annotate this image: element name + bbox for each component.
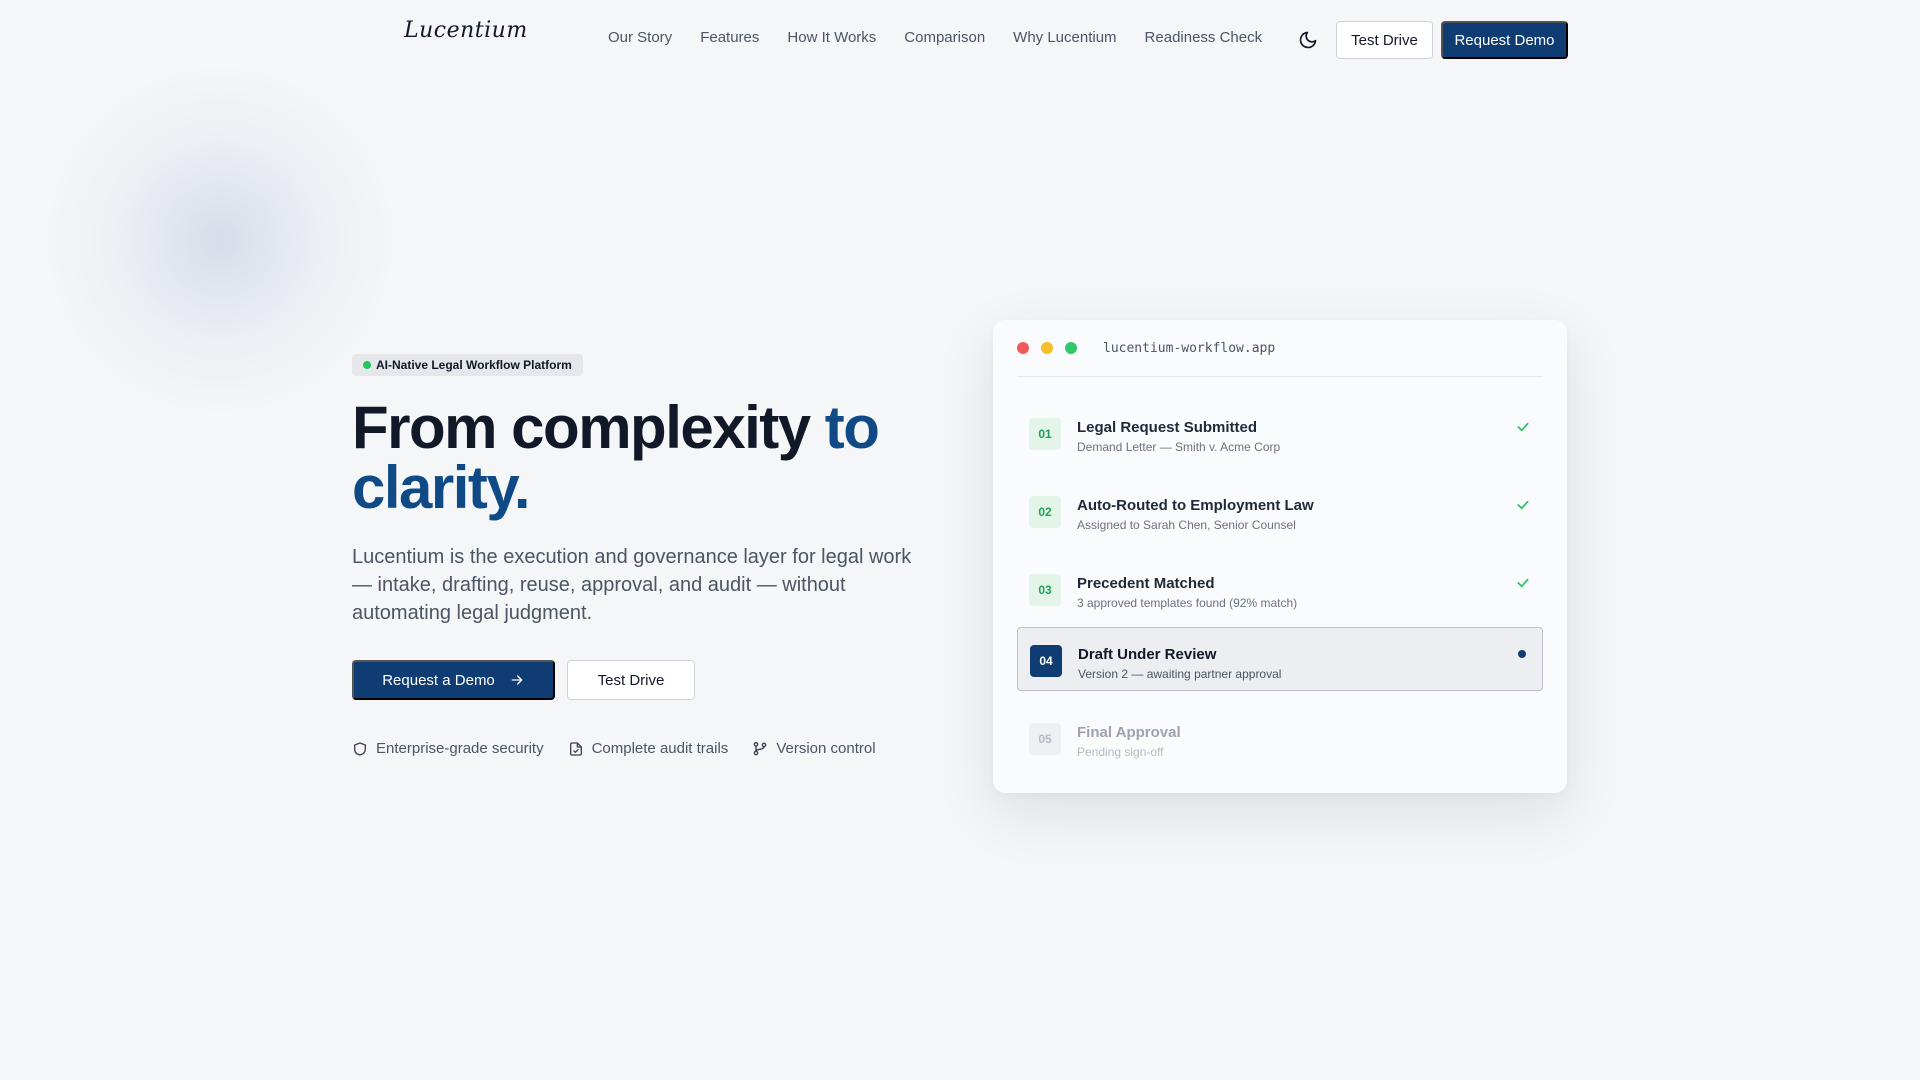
nav-test-drive-button[interactable]: Test Drive (1336, 21, 1433, 59)
nav-request-demo-button[interactable]: Request Demo (1441, 21, 1568, 59)
window-titlebar: lucentium-workflow.app (1017, 320, 1543, 377)
step-title: Legal Request Submitted (1077, 419, 1258, 436)
platform-badge: AI-Native Legal Workflow Platform (352, 354, 583, 376)
arrow-right-icon (511, 675, 523, 685)
active-dot-icon (1518, 650, 1526, 658)
step-subtitle: Assigned to Sarah Chen, Senior Counsel (1077, 518, 1296, 532)
workflow-step-4[interactable]: 04 Draft Under Review Version 2 — awaiti… (1017, 627, 1543, 691)
step-number: 02 (1029, 496, 1061, 528)
file-check-icon (569, 741, 582, 756)
step-subtitle: 3 approved templates found (92% match) (1077, 596, 1298, 610)
request-a-demo-button[interactable]: Request a Demo (352, 660, 555, 700)
nav-link-how-it-works[interactable]: How It Works (787, 29, 876, 46)
workflow-preview-card: lucentium-workflow.app 01 Legal Request … (993, 320, 1567, 793)
feature-security: Enterprise-grade security (352, 740, 544, 757)
step-number: 04 (1030, 645, 1062, 677)
nav-link-readiness-check[interactable]: Readiness Check (1145, 29, 1263, 46)
feature-version-control: Version control (752, 740, 876, 757)
nav-link-our-story[interactable]: Our Story (608, 29, 672, 46)
window-close-dot (1017, 342, 1029, 354)
hero-test-drive-button[interactable]: Test Drive (567, 660, 695, 700)
status-dot (363, 361, 371, 369)
step-title: Draft Under Review (1078, 646, 1217, 663)
workflow-step-5[interactable]: 05 Final Approval Pending sign-off (1017, 706, 1543, 770)
workflow-step-3[interactable]: 03 Precedent Matched 3 approved template… (1017, 557, 1543, 621)
step-number: 05 (1029, 723, 1061, 755)
nav-link-features[interactable]: Features (700, 29, 759, 46)
feature-audit-trails: Complete audit trails (568, 740, 729, 757)
background-glow (40, 60, 400, 420)
request-a-demo-label: Request a Demo (382, 671, 495, 689)
top-navigation: Lucentium Our Story Features How It Work… (0, 0, 1920, 80)
workflow-step-2[interactable]: 02 Auto-Routed to Employment Law Assigne… (1017, 479, 1543, 543)
brand-logo[interactable]: Lucentium (404, 18, 528, 43)
step-subtitle: Pending sign-off (1077, 745, 1164, 759)
window-maximize-dot (1065, 342, 1077, 354)
shield-icon (354, 741, 366, 756)
check-icon (1517, 578, 1529, 588)
feature-label: Complete audit trails (591, 740, 729, 757)
step-number: 01 (1029, 418, 1061, 450)
step-subtitle: Version 2 — awaiting partner approval (1078, 667, 1282, 681)
nav-links: Our Story Features How It Works Comparis… (608, 29, 1290, 46)
feature-highlights: Enterprise-grade security Complete audit… (352, 740, 876, 757)
check-icon (1517, 422, 1529, 432)
step-subtitle: Demand Letter — Smith v. Acme Corp (1077, 440, 1281, 454)
step-title: Final Approval (1077, 724, 1181, 741)
headline-part1: From complexity (352, 394, 825, 461)
window-url: lucentium-workflow.app (1103, 340, 1276, 356)
step-number: 03 (1029, 574, 1061, 606)
feature-label: Version control (776, 740, 876, 757)
badge-label: AI-Native Legal Workflow Platform (376, 358, 572, 372)
hero-subtext: Lucentium is the execution and governanc… (352, 546, 912, 624)
step-title: Precedent Matched (1077, 575, 1215, 592)
feature-label: Enterprise-grade security (376, 740, 544, 757)
nav-link-comparison[interactable]: Comparison (904, 29, 985, 46)
moon-icon[interactable] (1298, 30, 1318, 50)
nav-link-why-lucentium[interactable]: Why Lucentium (1013, 29, 1116, 46)
hero-headline: From complexity to clarity. (352, 398, 952, 518)
git-branch-icon (753, 741, 767, 755)
step-title: Auto-Routed to Employment Law (1077, 497, 1314, 514)
window-minimize-dot (1041, 342, 1053, 354)
check-icon (1517, 500, 1529, 510)
workflow-step-1[interactable]: 01 Legal Request Submitted Demand Letter… (1017, 401, 1543, 465)
